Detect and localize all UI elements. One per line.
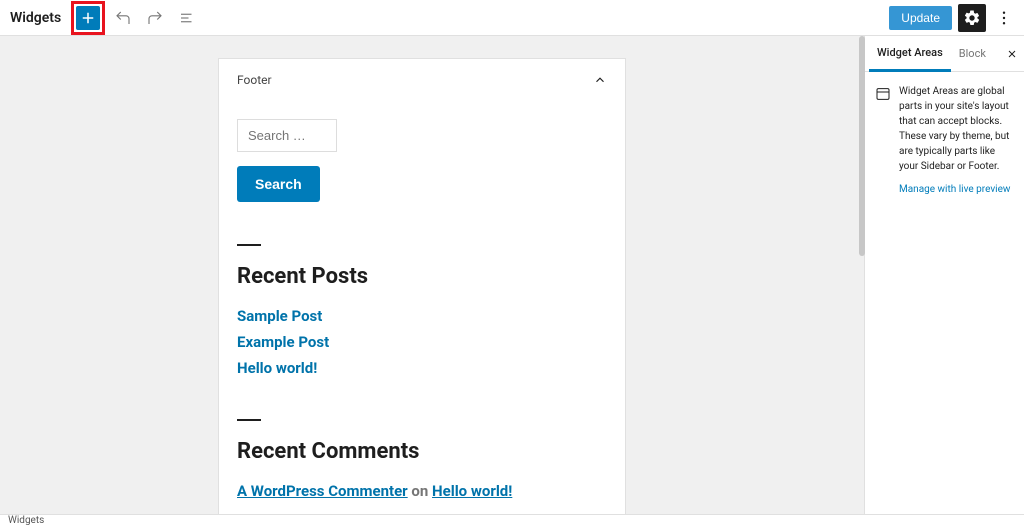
recent-posts-list: Sample Post Example Post Hello world! <box>237 307 607 377</box>
toolbar-right: Update <box>889 4 1016 32</box>
undo-button[interactable] <box>109 4 137 32</box>
scrollbar[interactable] <box>859 36 865 256</box>
close-icon <box>1006 48 1018 60</box>
gear-icon <box>963 9 981 27</box>
search-input[interactable] <box>237 119 337 152</box>
settings-sidebar: Widget Areas Block Widget Areas are glob… <box>864 36 1024 514</box>
comment-author-link[interactable]: A WordPress Commenter <box>237 482 408 500</box>
list-view-button[interactable] <box>173 4 201 32</box>
live-preview-link[interactable]: Manage with live preview <box>899 184 1014 195</box>
editor-canvas[interactable]: Footer Search Recent Posts Sample Post E… <box>0 36 864 514</box>
footer-panel-header[interactable]: Footer <box>219 59 625 101</box>
comment-on-text: on <box>411 482 428 500</box>
tab-widget-areas[interactable]: Widget Areas <box>869 36 951 72</box>
search-button[interactable]: Search <box>237 166 320 202</box>
list-item: Example Post <box>237 333 607 351</box>
settings-button[interactable] <box>958 4 986 32</box>
help-block: Widget Areas are global parts in your si… <box>899 84 1014 195</box>
post-link[interactable]: Hello world! <box>237 359 317 377</box>
page-title: Widgets <box>10 10 61 26</box>
help-text: Widget Areas are global parts in your si… <box>899 84 1014 174</box>
divider <box>237 419 261 421</box>
add-block-highlight <box>71 1 105 35</box>
options-button[interactable] <box>992 4 1016 32</box>
list-item: Sample Post <box>237 307 607 325</box>
footer-widget-area: Footer Search Recent Posts Sample Post E… <box>218 58 626 514</box>
redo-icon <box>146 9 164 27</box>
sidebar-tabs: Widget Areas Block <box>865 36 1024 72</box>
top-toolbar: Widgets Update <box>0 0 1024 36</box>
add-block-button[interactable] <box>76 6 100 30</box>
tab-block[interactable]: Block <box>951 37 994 70</box>
plus-icon <box>79 9 97 27</box>
comment-post-link[interactable]: Hello world! <box>432 482 512 500</box>
undo-icon <box>114 9 132 27</box>
footer-panel-title: Footer <box>237 73 272 87</box>
redo-button[interactable] <box>141 4 169 32</box>
layout-icon <box>875 86 891 195</box>
chevron-up-icon <box>593 73 607 87</box>
update-button[interactable]: Update <box>889 6 952 30</box>
list-view-icon <box>178 9 196 27</box>
post-link[interactable]: Sample Post <box>237 307 322 325</box>
breadcrumb[interactable]: Widgets <box>8 515 44 526</box>
divider <box>237 244 261 246</box>
recent-posts-heading: Recent Posts <box>237 264 607 289</box>
close-sidebar-button[interactable] <box>1006 48 1018 60</box>
list-item: Hello world! <box>237 359 607 377</box>
comment-item: A WordPress Commenter on Hello world! <box>237 482 607 500</box>
main-layout: Footer Search Recent Posts Sample Post E… <box>0 36 1024 514</box>
bottom-breadcrumb-bar: Widgets <box>0 514 1024 526</box>
toolbar-left: Widgets <box>8 1 201 35</box>
footer-panel-body: Search Recent Posts Sample Post Example … <box>219 101 625 514</box>
sidebar-content: Widget Areas are global parts in your si… <box>865 72 1024 207</box>
post-link[interactable]: Example Post <box>237 333 329 351</box>
more-vertical-icon <box>995 9 1013 27</box>
recent-comments-heading: Recent Comments <box>237 439 607 464</box>
